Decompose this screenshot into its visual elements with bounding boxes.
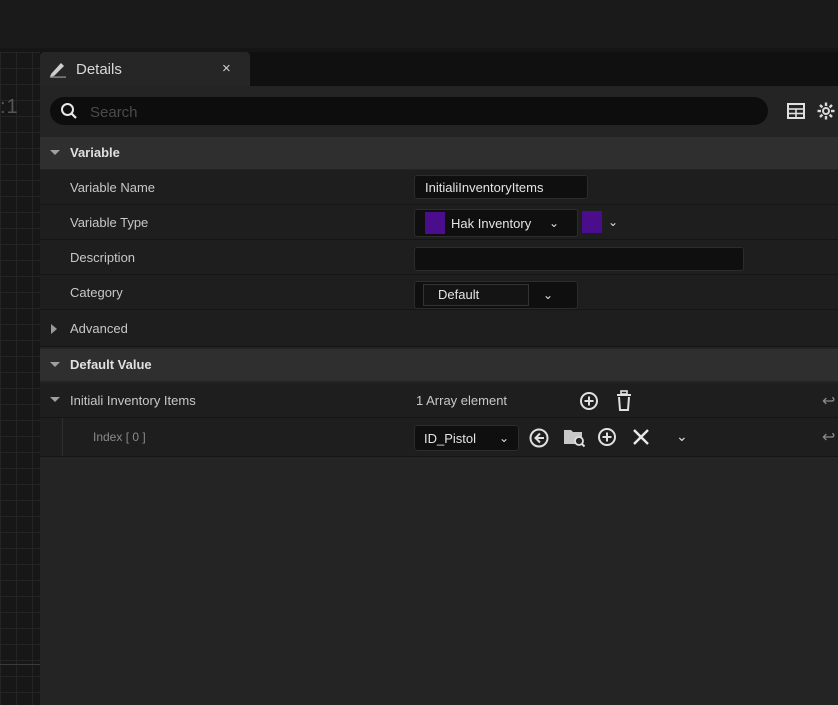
variable-type-dropdown[interactable]: Hak Inventory ⌄ — [414, 209, 578, 237]
reset-to-default-icon[interactable]: ↩ — [822, 427, 835, 447]
search-icon — [61, 103, 77, 119]
chevron-down-icon: ⌄ — [549, 216, 560, 230]
graph-viewport[interactable]: :1 — [0, 52, 41, 705]
variable-type-label: Variable Type — [70, 215, 149, 230]
description-field[interactable] — [414, 247, 744, 271]
category-value: Default — [438, 287, 480, 302]
advanced-label: Advanced — [70, 321, 128, 336]
chevron-down-icon: ⌄ — [499, 431, 510, 445]
viewport-divider — [0, 664, 40, 665]
tab-title: Details — [76, 61, 122, 78]
use-selected-icon[interactable] — [528, 427, 550, 449]
category-label: Category — [70, 285, 123, 300]
top-toolbar-area — [0, 0, 838, 48]
trash-icon[interactable] — [614, 390, 634, 412]
tab-details[interactable]: Details × — [40, 52, 250, 86]
index-value: ID_Pistol — [424, 431, 477, 446]
add-element-icon[interactable] — [579, 391, 599, 411]
chevron-down-icon: ⌄ — [608, 215, 619, 229]
section-default-value[interactable]: Default Value — [40, 349, 838, 381]
array-count: 1 Array element — [416, 393, 508, 408]
insert-element-icon[interactable] — [597, 427, 617, 447]
row-variable-type: Variable Type Hak Inventory ⌄ ⌄ — [40, 205, 838, 240]
row-advanced[interactable]: Advanced — [40, 310, 838, 347]
reset-to-default-icon[interactable]: ↩ — [822, 391, 835, 411]
collapse-arrow-icon[interactable] — [50, 397, 60, 402]
index-label: Index [ 0 ] — [93, 430, 146, 444]
section-default-value-label: Default Value — [70, 357, 152, 372]
category-input[interactable]: Default — [423, 284, 529, 306]
variable-name-field[interactable]: InitialiInventoryItems — [414, 175, 588, 199]
type-color-swatch — [425, 212, 445, 234]
search-bar[interactable] — [50, 97, 768, 125]
container-type-swatch — [582, 211, 602, 233]
collapse-arrow-icon — [50, 362, 60, 367]
category-dropdown[interactable]: Default ⌄ — [414, 281, 578, 309]
search-input[interactable] — [88, 100, 752, 124]
table-view-icon[interactable] — [786, 101, 806, 121]
container-type-dropdown[interactable]: ⌄ — [580, 209, 630, 235]
row-index-0: Index [ 0 ] ID_Pistol ⌄ ⌄ ↩ — [40, 418, 838, 457]
settings-gear-icon[interactable] — [816, 101, 836, 121]
pencil-icon — [50, 63, 66, 78]
section-variable-label: Variable — [70, 145, 120, 160]
tab-close-button[interactable]: × — [222, 60, 231, 77]
variable-name-value: InitialiInventoryItems — [425, 180, 544, 195]
row-variable-name: Variable Name InitialiInventoryItems — [40, 170, 838, 205]
zoom-ratio-text: :1 — [0, 96, 19, 118]
row-description: Description — [40, 240, 838, 275]
browse-folder-icon[interactable] — [562, 426, 586, 448]
index-value-dropdown[interactable]: ID_Pistol ⌄ — [414, 425, 519, 451]
expand-arrow-icon — [51, 324, 57, 334]
section-variable[interactable]: Variable — [40, 137, 838, 169]
collapse-arrow-icon — [50, 150, 60, 155]
description-label: Description — [70, 250, 136, 265]
more-options-chevron-icon[interactable]: ⌄ — [676, 428, 688, 445]
row-array-initial-inventory: Initiali Inventory Items 1 Array element… — [40, 383, 838, 418]
chevron-down-icon: ⌄ — [543, 288, 554, 302]
clear-icon[interactable] — [632, 428, 650, 446]
row-category: Category Default ⌄ — [40, 275, 838, 310]
indent-guide — [62, 418, 63, 456]
variable-name-label: Variable Name — [70, 180, 156, 195]
variable-type-value: Hak Inventory — [451, 216, 532, 231]
array-label: Initiali Inventory Items — [70, 393, 196, 408]
